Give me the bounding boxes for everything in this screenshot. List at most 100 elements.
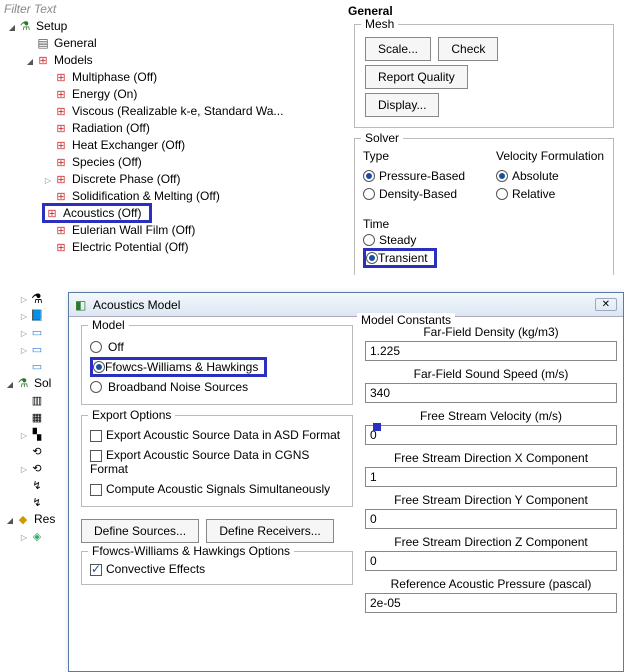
tree-item[interactable] xyxy=(0,324,66,340)
tree-models[interactable]: Models xyxy=(2,52,338,68)
calc-icon xyxy=(30,393,44,407)
tree-item[interactable] xyxy=(0,307,66,323)
model-icon xyxy=(54,240,68,254)
check-label: Export Acoustic Source Data in ASD Forma… xyxy=(106,428,340,442)
tree-item[interactable] xyxy=(0,290,66,306)
check-convective[interactable]: Convective Effects xyxy=(90,562,344,576)
radio-density-based[interactable]: Density-Based xyxy=(363,185,472,203)
book-icon xyxy=(30,308,44,322)
tree-radiation[interactable]: Radiation (Off) xyxy=(2,120,338,136)
tree-multiphase[interactable]: Multiphase (Off) xyxy=(2,69,338,85)
disclosure-closed-icon[interactable] xyxy=(18,291,30,305)
radio-icon xyxy=(363,170,375,182)
radio-pressure-based[interactable]: Pressure-Based xyxy=(363,167,472,185)
tree-heat-exchanger[interactable]: Heat Exchanger (Off) xyxy=(2,137,338,153)
disclosure-open-icon[interactable] xyxy=(4,512,16,526)
tree-setup[interactable]: Setup xyxy=(2,18,338,34)
radio-fwh[interactable]: Ffowcs-Williams & Hawkings xyxy=(90,358,344,376)
general-task-panel: General Mesh Scale... Check Report Quali… xyxy=(348,0,620,285)
fsdz-input[interactable] xyxy=(365,551,617,571)
tree-label: Viscous (Realizable k-e, Standard Wa... xyxy=(70,104,285,118)
tree-item[interactable] xyxy=(0,460,66,476)
disclosure-open-icon[interactable] xyxy=(4,376,16,390)
disclosure-closed-icon[interactable] xyxy=(18,325,30,339)
tree-results[interactable]: Res xyxy=(0,511,66,527)
radio-relative[interactable]: Relative xyxy=(496,185,605,203)
display-button[interactable]: Display... xyxy=(365,93,439,117)
tree-species[interactable]: Species (Off) xyxy=(2,154,338,170)
tree-label: Electric Potential (Off) xyxy=(70,240,190,254)
export-group-title: Export Options xyxy=(88,408,175,422)
tree-general[interactable]: General xyxy=(2,35,338,51)
check-export-cgns[interactable]: Export Acoustic Source Data in CGNS Form… xyxy=(90,448,344,476)
tree-label: General xyxy=(52,36,99,50)
grid-icon xyxy=(30,410,44,424)
filter-text-input[interactable]: Filter Text xyxy=(0,0,340,18)
tree-energy[interactable]: Energy (On) xyxy=(2,86,338,102)
radio-label: Density-Based xyxy=(379,187,457,201)
report-quality-button[interactable]: Report Quality xyxy=(365,65,468,89)
sound-input[interactable] xyxy=(365,383,617,403)
fsdx-label: Free Stream Direction X Component xyxy=(365,451,617,465)
radio-absolute[interactable]: Absolute xyxy=(496,167,605,185)
define-receivers-button[interactable]: Define Receivers... xyxy=(206,519,333,543)
tree-item[interactable] xyxy=(0,443,66,459)
model-icon xyxy=(54,121,68,135)
disclosure-closed-icon[interactable] xyxy=(18,461,30,475)
fsdy-input[interactable] xyxy=(365,509,617,529)
disclosure-closed-icon[interactable] xyxy=(18,308,30,322)
tree-item[interactable] xyxy=(0,494,66,510)
checkbox-icon xyxy=(90,564,102,576)
tree-viscous[interactable]: Viscous (Realizable k-e, Standard Wa... xyxy=(2,103,338,119)
disclosure-open-icon[interactable] xyxy=(24,53,36,67)
fsv-input[interactable] xyxy=(365,425,617,445)
tree-item[interactable] xyxy=(0,392,66,408)
tree-item[interactable] xyxy=(0,358,66,374)
check-export-asd[interactable]: Export Acoustic Source Data in ASD Forma… xyxy=(90,428,344,442)
tree-solidification[interactable]: Solidification & Melting (Off) xyxy=(2,188,338,204)
ref-input[interactable] xyxy=(365,593,617,613)
define-sources-button[interactable]: Define Sources... xyxy=(81,519,199,543)
close-button[interactable]: ✕ xyxy=(595,298,617,311)
tree-solution[interactable]: Sol xyxy=(0,375,66,391)
tree-acoustics[interactable]: Acoustics (Off) xyxy=(2,205,338,221)
tree-item[interactable] xyxy=(0,477,66,493)
check-compute-simul[interactable]: Compute Acoustic Signals Simultaneously xyxy=(90,482,344,496)
disclosure-closed-icon[interactable] xyxy=(18,427,30,441)
cond-icon xyxy=(30,444,44,458)
check-button[interactable]: Check xyxy=(438,37,498,61)
radio-icon xyxy=(363,234,375,246)
highlight-marker xyxy=(373,423,381,431)
solution-icon xyxy=(16,376,30,390)
cube-icon xyxy=(30,529,44,543)
scale-button[interactable]: Scale... xyxy=(365,37,431,61)
disclosure-open-icon[interactable] xyxy=(6,19,18,33)
density-input[interactable] xyxy=(365,341,617,361)
radio-off[interactable]: Off xyxy=(90,338,344,356)
tree-item[interactable] xyxy=(0,409,66,425)
dialog-titlebar[interactable]: Acoustics Model ✕ xyxy=(69,293,623,317)
fsdy-label: Free Stream Direction Y Component xyxy=(365,493,617,507)
model-icon xyxy=(54,138,68,152)
tree-eulerian-wall-film[interactable]: Eulerian Wall Film (Off) xyxy=(2,222,338,238)
tree-item[interactable] xyxy=(0,426,66,442)
disclosure-closed-icon[interactable] xyxy=(18,529,30,543)
model-group-title: Model xyxy=(88,318,129,332)
radio-label: Steady xyxy=(379,233,416,247)
disclosure-closed-icon[interactable] xyxy=(18,342,30,356)
fsdx-input[interactable] xyxy=(365,467,617,487)
fwh-options-group: Ffowcs-Williams & Hawkings Options Conve… xyxy=(81,551,353,585)
tree-below-dialog: Sol Res xyxy=(0,290,66,545)
radio-label: Pressure-Based xyxy=(379,169,465,183)
tree-item[interactable] xyxy=(0,528,66,544)
radio-label: Absolute xyxy=(512,169,559,183)
radio-broadband[interactable]: Broadband Noise Sources xyxy=(90,378,344,396)
tree-item[interactable] xyxy=(0,341,66,357)
radio-transient[interactable]: Transient xyxy=(363,249,605,267)
radio-icon xyxy=(366,252,378,264)
radio-label: Off xyxy=(108,340,124,354)
tree-discrete-phase[interactable]: Discrete Phase (Off) xyxy=(2,171,338,187)
radio-steady[interactable]: Steady xyxy=(363,231,605,249)
disclosure-closed-icon[interactable] xyxy=(42,172,54,186)
tree-electric-potential[interactable]: Electric Potential (Off) xyxy=(2,239,338,255)
